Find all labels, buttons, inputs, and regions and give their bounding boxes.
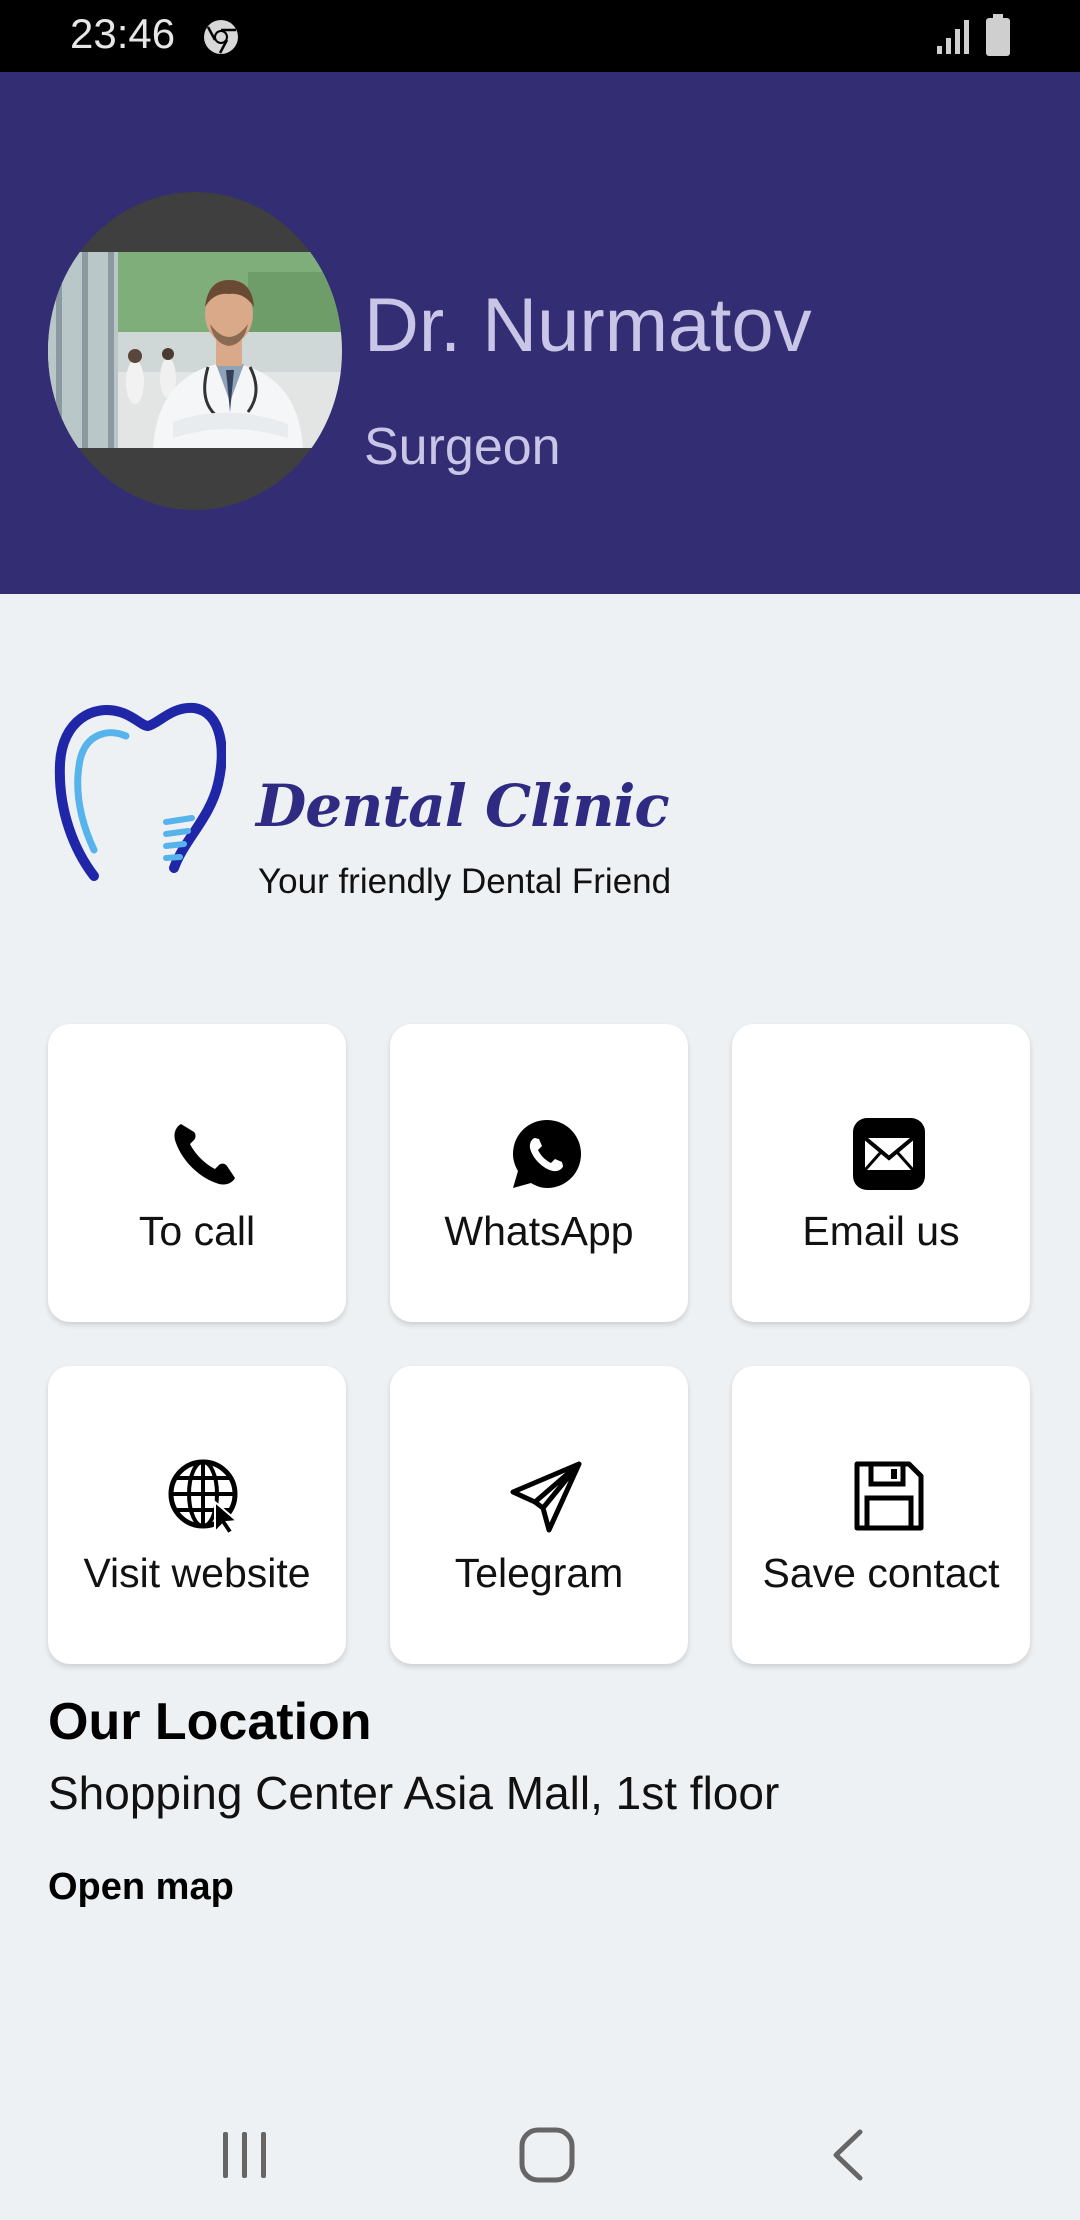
website-button[interactable]: Visit website [48, 1366, 346, 1664]
save-contact-label: Save contact [762, 1550, 1000, 1596]
save-contact-button[interactable]: Save contact [732, 1366, 1030, 1664]
telegram-icon [510, 1461, 582, 1533]
tooth-logo-icon [54, 702, 226, 881]
phone-icon [174, 1124, 235, 1185]
telegram-button[interactable]: Telegram [390, 1366, 688, 1664]
avatar [48, 192, 342, 510]
call-button[interactable]: To call [48, 1024, 346, 1322]
website-label: Visit website [83, 1550, 311, 1596]
whatsapp-icon [513, 1120, 581, 1188]
globe-icon [168, 1459, 240, 1534]
battery-icon [986, 14, 1010, 56]
open-map-link[interactable]: Open map [48, 1866, 234, 1909]
email-button[interactable]: Email us [732, 1024, 1030, 1322]
doctor-name: Dr. Nurmatov [364, 283, 812, 368]
email-icon [853, 1118, 925, 1190]
telegram-label: Telegram [454, 1550, 624, 1596]
whatsapp-label: WhatsApp [444, 1208, 634, 1254]
recents-icon[interactable] [220, 2130, 270, 2180]
doctor-role: Surgeon [364, 418, 561, 476]
back-icon[interactable] [828, 2128, 868, 2182]
save-icon [854, 1461, 924, 1531]
profile-header: Dr. Nurmatov Surgeon [0, 72, 1080, 594]
status-bar: 23:46 [0, 0, 1080, 72]
location-address: Shopping Center Asia Mall, 1st floor [48, 1767, 780, 1819]
call-label: To call [138, 1208, 256, 1254]
clinic-tagline: Your friendly Dental Friend [258, 862, 672, 901]
location-title: Our Location [48, 1693, 372, 1751]
home-icon[interactable] [518, 2126, 576, 2184]
email-label: Email us [802, 1208, 960, 1254]
chrome-icon [204, 20, 238, 54]
doctor-photo [48, 252, 342, 448]
system-nav-bar [0, 2080, 1080, 2220]
clinic-name: Dental Clinic [256, 772, 670, 840]
status-time: 23:46 [70, 10, 176, 57]
signal-icon [937, 20, 969, 54]
whatsapp-button[interactable]: WhatsApp [390, 1024, 688, 1322]
